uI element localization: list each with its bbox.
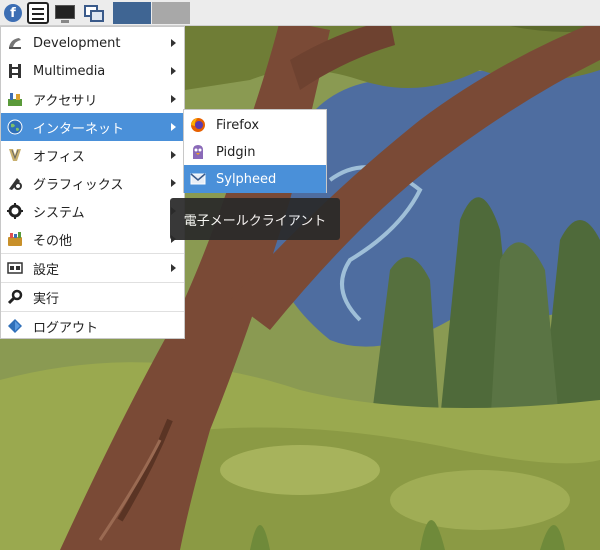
internet-submenu: Firefox Pidgin Sylpheed [183, 109, 327, 193]
application-menu-button[interactable]: f [2, 2, 24, 24]
menu-item-run[interactable]: 実行 [1, 283, 184, 311]
menu-item-label: Development [33, 35, 121, 51]
chevron-right-icon [171, 179, 176, 187]
chevron-right-icon [171, 67, 176, 75]
menu-item-label: 実行 [33, 291, 60, 307]
menu-item-label: Multimedia [33, 63, 106, 79]
menu-item-label: グラフィックス [33, 177, 124, 193]
menu-item-graphics[interactable]: グラフィックス [1, 169, 184, 197]
workspace-1-button[interactable] [113, 2, 151, 24]
fedora-logo-icon: f [4, 4, 22, 22]
system-gear-icon [7, 203, 23, 219]
menu-item-office[interactable]: オフィス [1, 141, 184, 169]
application-menu: Development Multimedia アクセサリ インターネット オフィ… [0, 26, 185, 339]
run-icon [7, 289, 23, 305]
settings-icon [7, 262, 23, 274]
menu-item-label: システム [33, 205, 85, 221]
submenu-item-sylpheed[interactable]: Sylpheed [184, 165, 326, 193]
tooltip: 電子メールクライアント [170, 198, 340, 240]
top-panel: f [0, 0, 600, 26]
internet-globe-icon [7, 119, 23, 135]
submenu-item-label: Sylpheed [216, 171, 277, 187]
chevron-right-icon [171, 39, 176, 47]
menu-item-internet[interactable]: インターネット [1, 113, 184, 141]
menu-item-logout[interactable]: ログアウト [1, 312, 184, 340]
submenu-item-label: Firefox [216, 117, 260, 133]
other-icon [8, 232, 22, 246]
chevron-right-icon [171, 264, 176, 272]
menu-item-label: アクセサリ [33, 93, 98, 109]
sylpheed-icon [190, 173, 206, 185]
firefox-icon [191, 118, 205, 132]
menu-item-settings[interactable]: 設定 [1, 254, 184, 282]
menu-item-label: 設定 [33, 262, 60, 278]
menu-item-multimedia[interactable]: Multimedia [1, 57, 184, 85]
tooltip-text: 電子メールクライアント [183, 213, 327, 229]
window-switcher-icon[interactable] [83, 2, 107, 24]
accessories-icon [8, 93, 22, 106]
chevron-right-icon [171, 151, 176, 159]
pidgin-icon [193, 145, 203, 159]
menu-item-label: ログアウト [33, 320, 99, 336]
menu-item-system[interactable]: システム [1, 197, 184, 225]
menu-item-accessories[interactable]: アクセサリ [1, 85, 184, 113]
menu-item-other[interactable]: その他 [1, 225, 184, 253]
submenu-item-label: Pidgin [216, 144, 256, 160]
menu-item-development[interactable]: Development [1, 29, 184, 57]
multimedia-icon [9, 64, 21, 78]
workspace-2-button[interactable] [152, 2, 190, 24]
submenu-item-firefox[interactable]: Firefox [184, 111, 326, 139]
office-icon [9, 149, 21, 161]
development-icon [9, 38, 21, 49]
menu-item-label: その他 [33, 233, 73, 249]
graphics-icon [9, 178, 22, 190]
menu-item-label: オフィス [33, 149, 85, 165]
chevron-right-icon [171, 123, 176, 131]
file-manager-icon[interactable] [27, 2, 49, 24]
submenu-item-pidgin[interactable]: Pidgin [184, 138, 326, 166]
menu-item-label: インターネット [33, 121, 125, 137]
chevron-right-icon [171, 95, 176, 103]
logout-icon [8, 319, 22, 333]
terminal-icon[interactable] [54, 2, 76, 24]
